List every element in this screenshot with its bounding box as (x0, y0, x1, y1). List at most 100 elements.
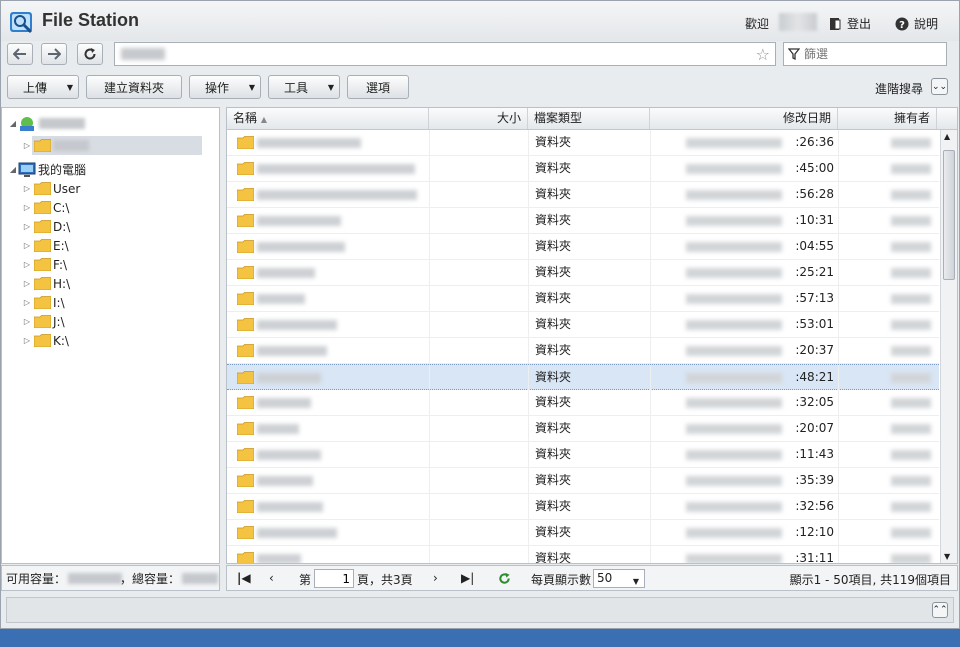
type-cell: 資料夾 (528, 182, 650, 207)
expand-arrow-icon[interactable]: ▷ (22, 317, 32, 326)
column-header-size[interactable]: 大小 (429, 108, 528, 129)
file-name-redacted (257, 476, 313, 486)
modified-cell: :11:43 (650, 442, 838, 467)
tree-node-share[interactable]: ▷ (22, 136, 89, 155)
tools-button[interactable]: 工具 ▼ (268, 75, 340, 99)
type-cell: 資料夾 (528, 312, 650, 337)
table-row[interactable]: 資料夾:25:21 (227, 260, 939, 286)
chevron-double-up-icon[interactable]: ⌃⌃ (932, 602, 948, 618)
tree-node-drive[interactable]: ▷ K:\ (22, 331, 69, 350)
scroll-down-icon[interactable]: ▼ (944, 552, 950, 561)
dropdown-arrow-icon: ▼ (248, 82, 256, 92)
table-row[interactable]: 資料夾:45:00 (227, 156, 939, 182)
forward-button[interactable] (41, 43, 67, 65)
filter-input[interactable] (804, 43, 944, 65)
chevron-double-down-icon[interactable]: ⌄⌄ (931, 78, 948, 95)
modified-time: :11:43 (795, 447, 834, 461)
tree-node-drive[interactable]: ▷ E:\ (22, 236, 69, 255)
create-folder-label: 建立資料夾 (103, 80, 164, 95)
tree-node-drive[interactable]: ▷ C:\ (22, 198, 70, 217)
file-name-redacted (257, 268, 315, 278)
scroll-up-icon[interactable]: ▲ (944, 132, 950, 141)
upload-button[interactable]: 上傳 ▼ (7, 75, 79, 99)
table-row[interactable]: 資料夾:20:37 (227, 338, 939, 364)
column-header-modified[interactable]: 修改日期 (650, 108, 838, 129)
tree-node-my-computer[interactable]: ◢ 我的電腦 (8, 160, 86, 179)
date-redacted (686, 373, 782, 383)
back-button[interactable] (7, 43, 33, 65)
action-button[interactable]: 操作 ▼ (189, 75, 261, 99)
my-computer-label: 我的電腦 (38, 163, 87, 177)
first-page-icon[interactable]: |◀ (237, 571, 251, 585)
logout-link[interactable]: 登出 (829, 15, 871, 32)
last-page-icon[interactable]: ▶| (461, 571, 474, 585)
per-page-label: 每頁顯示數 (531, 573, 592, 587)
table-row[interactable]: 資料夾:26:36 (227, 130, 939, 156)
column-header-owner[interactable]: 擁有者 (838, 108, 937, 129)
filter-box[interactable] (783, 42, 947, 66)
name-cell (227, 182, 429, 207)
table-row[interactable]: 資料夾:32:05 (227, 390, 939, 416)
refresh-button[interactable] (77, 43, 103, 65)
modified-cell: :31:11 (650, 546, 838, 563)
table-row[interactable]: 資料夾:57:13 (227, 286, 939, 312)
owner-cell (838, 365, 937, 390)
collapse-arrow-icon[interactable]: ◢ (8, 119, 18, 128)
size-cell (429, 208, 528, 233)
expand-arrow-icon[interactable]: ▷ (22, 241, 32, 250)
create-folder-button[interactable]: 建立資料夾 (86, 75, 182, 99)
table-row[interactable]: 資料夾:48:21 (227, 364, 939, 390)
expand-arrow-icon[interactable]: ▷ (22, 184, 32, 193)
favorite-star-icon[interactable]: ☆ (756, 45, 770, 64)
table-row[interactable]: 資料夾:10:31 (227, 208, 939, 234)
tree-node-host[interactable]: ◢ (8, 114, 85, 133)
table-row[interactable]: 資料夾:56:28 (227, 182, 939, 208)
options-button[interactable]: 選項 (347, 75, 409, 99)
file-name-redacted (257, 164, 415, 174)
table-row[interactable]: 資料夾:35:39 (227, 468, 939, 494)
expand-arrow-icon[interactable]: ▷ (22, 336, 32, 345)
prev-page-icon[interactable]: ‹ (269, 571, 274, 585)
expand-arrow-icon[interactable]: ▷ (22, 222, 32, 231)
tree-node-drive[interactable]: ▷ D:\ (22, 217, 70, 236)
table-row[interactable]: 資料夾:04:55 (227, 234, 939, 260)
path-redacted (121, 48, 165, 60)
expand-arrow-icon[interactable]: ▷ (22, 279, 32, 288)
next-page-icon[interactable]: › (433, 571, 438, 585)
size-cell (429, 390, 528, 415)
expand-arrow-icon[interactable]: ▷ (22, 260, 32, 269)
advanced-search-label[interactable]: 進階搜尋 (875, 80, 923, 97)
collapse-arrow-icon[interactable]: ◢ (8, 165, 18, 174)
table-row[interactable]: 資料夾:20:07 (227, 416, 939, 442)
folder-icon (34, 296, 51, 309)
column-header-name[interactable]: 名稱 ▲ (227, 108, 429, 129)
tree-node-label: K:\ (53, 333, 69, 348)
address-bar[interactable]: ☆ (114, 42, 776, 66)
expand-arrow-icon[interactable]: ▷ (22, 141, 32, 150)
owner-cell (838, 442, 937, 467)
table-row[interactable]: 資料夾:53:01 (227, 312, 939, 338)
page-number-input[interactable] (314, 569, 354, 588)
table-row[interactable]: 資料夾:11:43 (227, 442, 939, 468)
tree-node-drive[interactable]: ▷ H:\ (22, 274, 70, 293)
filter-funnel-icon (788, 48, 800, 60)
expand-arrow-icon[interactable]: ▷ (22, 203, 32, 212)
per-page-select[interactable]: 50 ▼ (593, 569, 645, 588)
tree-node-drive[interactable]: ▷ User (22, 179, 80, 198)
column-header-type[interactable]: 檔案類型 (528, 108, 650, 129)
expand-arrow-icon[interactable]: ▷ (22, 298, 32, 307)
scrollbar-thumb[interactable] (943, 150, 955, 280)
file-name-redacted (257, 398, 311, 408)
table-row[interactable]: 資料夾:32:56 (227, 494, 939, 520)
sort-asc-icon: ▲ (260, 115, 267, 124)
vertical-scrollbar[interactable]: ▲ ▼ (940, 130, 957, 563)
tree-node-drive[interactable]: ▷ F:\ (22, 255, 67, 274)
help-link[interactable]: ? 說明 (895, 15, 938, 32)
date-redacted (686, 450, 782, 460)
tree-node-drive[interactable]: ▷ I:\ (22, 293, 65, 312)
table-row[interactable]: 資料夾:12:10 (227, 520, 939, 546)
tree-node-drive[interactable]: ▷ J:\ (22, 312, 65, 331)
table-row[interactable]: 資料夾:31:11 (227, 546, 939, 563)
refresh-list-icon[interactable] (498, 572, 511, 585)
app-title: File Station (42, 10, 140, 30)
